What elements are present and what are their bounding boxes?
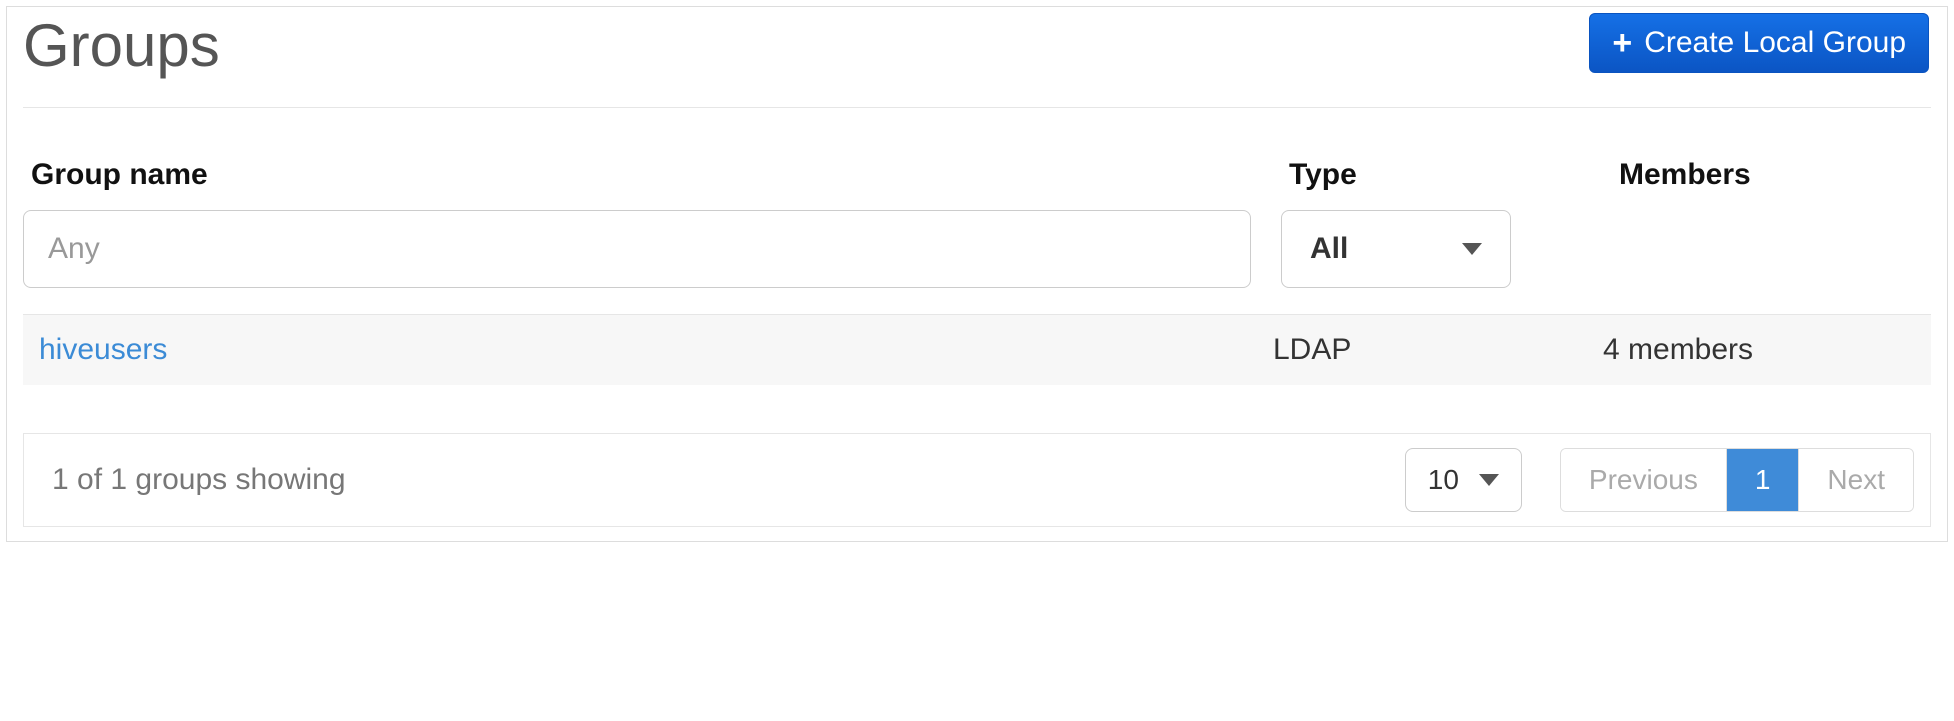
page-number-button[interactable]: 1: [1727, 449, 1800, 511]
group-name-filter-input[interactable]: [23, 210, 1251, 288]
filter-row: All: [23, 210, 1931, 288]
status-text: 1 of 1 groups showing: [40, 463, 346, 497]
page-size-select[interactable]: 10: [1405, 448, 1522, 512]
column-header-members: Members: [1611, 148, 1931, 210]
group-name-link[interactable]: hiveusers: [31, 333, 1243, 367]
group-members-cell: 4 members: [1603, 333, 1923, 367]
chevron-down-icon: [1462, 243, 1482, 255]
page-size-value: 10: [1428, 464, 1459, 496]
next-page-button[interactable]: Next: [1799, 449, 1913, 511]
create-local-group-button[interactable]: + Create Local Group: [1589, 13, 1929, 73]
groups-page: Groups + Create Local Group Group name T…: [6, 6, 1948, 542]
chevron-down-icon: [1479, 474, 1499, 486]
column-headers: Group name Type Members: [23, 148, 1931, 210]
plus-icon: +: [1612, 26, 1632, 60]
groups-table: Group name Type Members All hiveusers LD…: [7, 108, 1947, 385]
column-header-type: Type: [1281, 148, 1581, 210]
column-header-group-name: Group name: [23, 148, 1251, 210]
group-type-cell: LDAP: [1273, 333, 1573, 367]
previous-page-button[interactable]: Previous: [1561, 449, 1727, 511]
page-header: Groups + Create Local Group: [7, 7, 1947, 79]
table-footer: 1 of 1 groups showing 10 Previous 1 Next: [23, 433, 1931, 527]
table-row: hiveusers LDAP 4 members: [23, 315, 1931, 385]
type-filter-select[interactable]: All: [1281, 210, 1511, 288]
pagination: Previous 1 Next: [1560, 448, 1914, 512]
page-title: Groups: [23, 13, 220, 79]
create-button-label: Create Local Group: [1644, 26, 1906, 60]
type-filter-selected: All: [1310, 232, 1348, 266]
footer-controls: 10 Previous 1 Next: [1405, 448, 1914, 512]
